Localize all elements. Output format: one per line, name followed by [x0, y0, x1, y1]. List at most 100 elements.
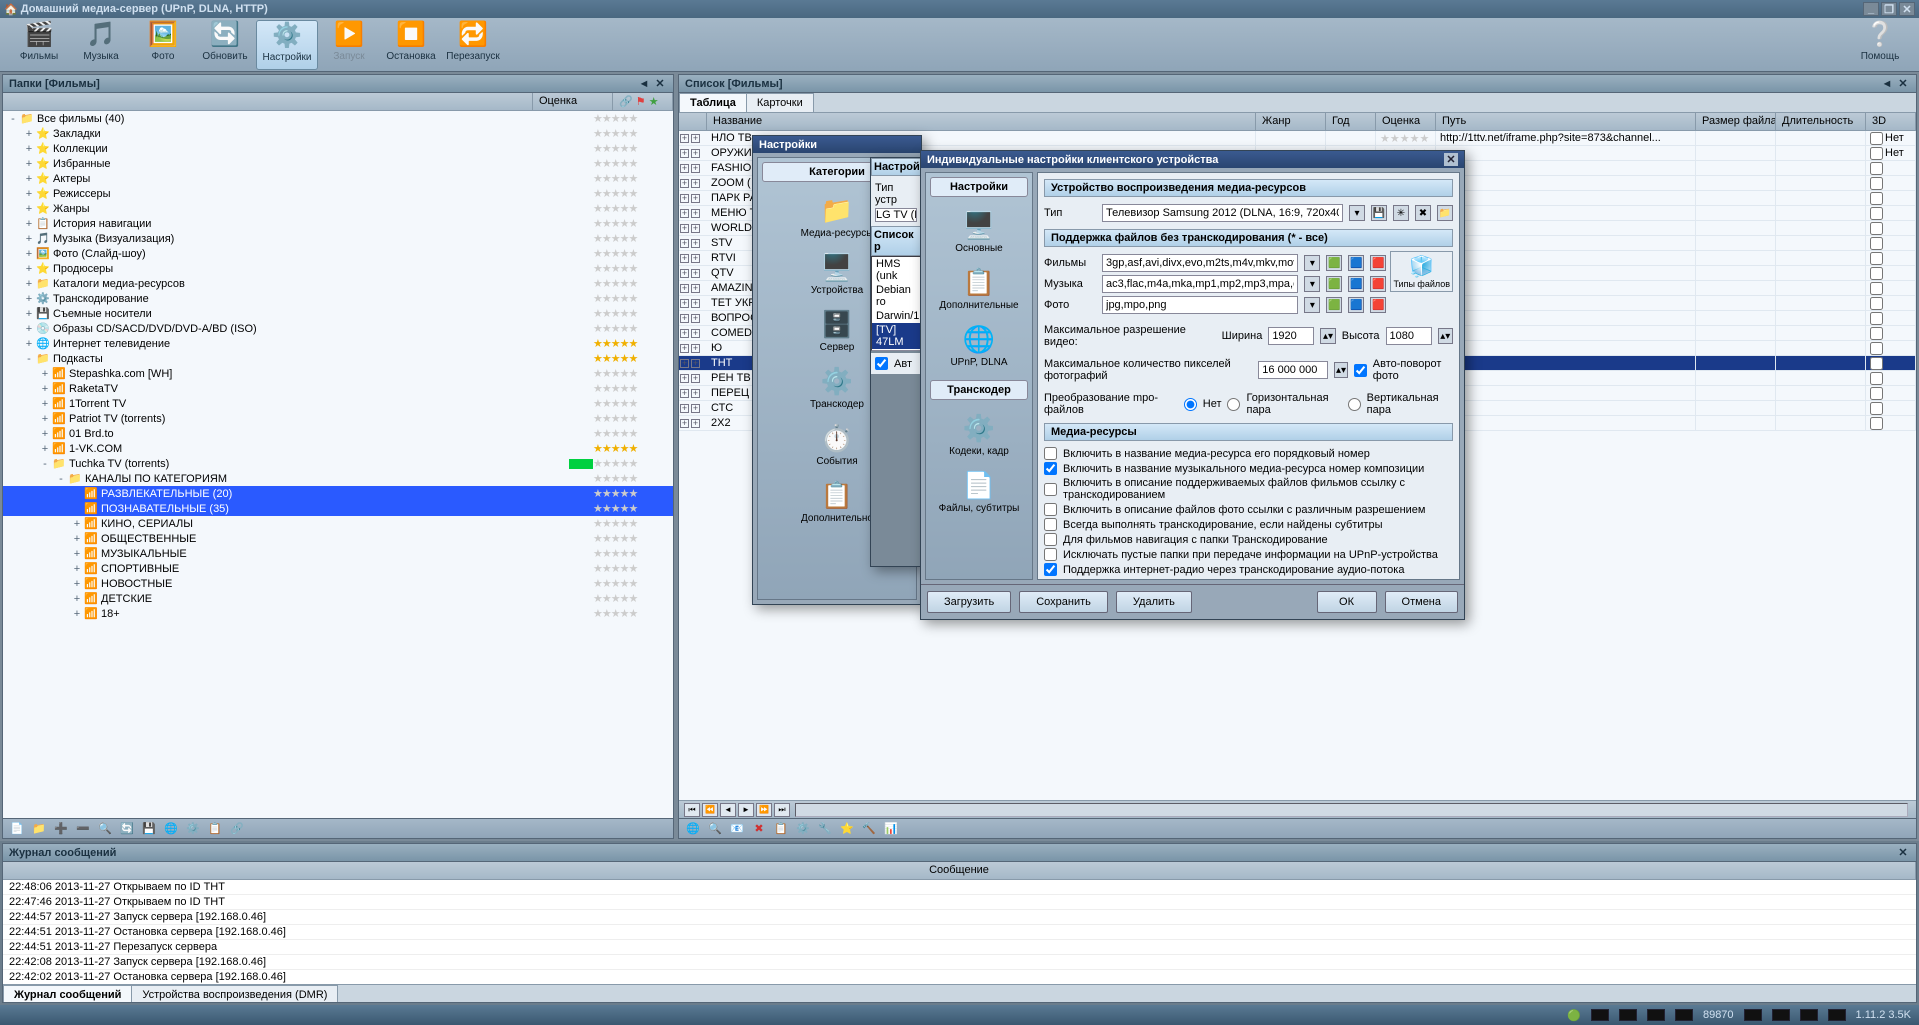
rating-stars[interactable]: ★★★★★ — [593, 472, 673, 485]
tree-row[interactable]: +⭐Коллекции★★★★★ — [3, 141, 673, 156]
device-list[interactable]: HMS (unkDebian roDarwin/1[TV] 47LM"[Mobi… — [871, 256, 921, 351]
dropdown-icon[interactable]: ▾ — [1304, 297, 1320, 313]
list-tool-icon[interactable]: ⭐ — [839, 821, 855, 837]
tree-tool-icon[interactable]: 🔍 — [97, 821, 113, 837]
tree-row[interactable]: +⭐Жанры★★★★★ — [3, 201, 673, 216]
spinner-icon[interactable]: ▴▾ — [1320, 328, 1335, 344]
row-expand[interactable]: ++ — [679, 341, 707, 355]
row-expand[interactable]: ++ — [679, 206, 707, 220]
tree-row[interactable]: +⭐Продюсеры★★★★★ — [3, 261, 673, 276]
device-list-item[interactable]: Darwin/1 — [872, 309, 920, 323]
nav-next[interactable]: ► — [738, 803, 754, 817]
log-row[interactable]: 22:48:06 2013-11-27 Открываем по ID ТНТ — [3, 880, 1916, 895]
auto-checkbox[interactable] — [875, 357, 888, 370]
3d-checkbox[interactable] — [1870, 132, 1883, 145]
3d-checkbox[interactable] — [1870, 162, 1883, 175]
row-expand[interactable]: ++ — [679, 191, 707, 205]
tree-tool-icon[interactable]: 📁 — [31, 821, 47, 837]
tree-row[interactable]: +📁Каталоги медиа-ресурсов★★★★★ — [3, 276, 673, 291]
row-expand[interactable]: ++ — [679, 371, 707, 385]
rating-stars[interactable]: ★★★★★ — [593, 217, 673, 230]
client-cat-item[interactable]: 🌐UPnP, DLNA — [930, 317, 1028, 374]
expand-icon[interactable]: + — [23, 338, 35, 350]
load-button[interactable]: Загрузить — [927, 591, 1011, 613]
rating-stars[interactable]: ★★★★★ — [593, 562, 673, 575]
log-row[interactable]: 22:47:46 2013-11-27 Открываем по ID ТНТ — [3, 895, 1916, 910]
rating-stars[interactable]: ★★★★★ — [593, 352, 673, 365]
list-col-3[interactable]: Оценка — [1376, 113, 1436, 130]
list-tool-icon[interactable]: 🌐 — [685, 821, 701, 837]
action-icon[interactable]: 🟥 — [1370, 255, 1386, 271]
action-icon[interactable]: 🟩 — [1326, 297, 1342, 313]
row-expand[interactable]: ++ — [679, 131, 707, 145]
device-list-item[interactable]: Debian ro — [872, 283, 920, 309]
expand-icon[interactable]: + — [23, 203, 35, 215]
nav-prev[interactable]: ◄ — [720, 803, 736, 817]
tree-row[interactable]: +📶СПОРТИВНЫЕ★★★★★ — [3, 561, 673, 576]
action-icon[interactable]: 🟥 — [1370, 297, 1386, 313]
star-icon[interactable]: ★ — [649, 96, 659, 108]
3d-checkbox[interactable] — [1870, 372, 1883, 385]
expand-icon[interactable]: + — [23, 278, 35, 290]
rating-stars[interactable]: ★★★★★ — [593, 292, 673, 305]
nav-next-page[interactable]: ⏩ — [756, 803, 772, 817]
nav-scrollbar[interactable] — [795, 803, 1908, 817]
tree-tool-icon[interactable]: 🔗 — [229, 821, 245, 837]
client-cat-item[interactable]: 🖥️Основные — [930, 203, 1028, 260]
row-expand[interactable]: ++ — [679, 221, 707, 235]
mpo-radio-vert[interactable] — [1348, 398, 1361, 411]
rating-stars[interactable]: ★★★★★ — [593, 157, 673, 170]
toolbar-restart[interactable]: 🔁Перезапуск — [442, 20, 504, 70]
rating-stars[interactable]: ★★★★★ — [593, 382, 673, 395]
rating-stars[interactable]: ★★★★★ — [593, 187, 673, 200]
tree-tool-icon[interactable]: ⚙️ — [185, 821, 201, 837]
tree-row[interactable]: +📶МУЗЫКАЛЬНЫЕ★★★★★ — [3, 546, 673, 561]
auto-rotate-checkbox[interactable] — [1354, 364, 1367, 377]
save-button[interactable]: Сохранить — [1019, 591, 1108, 613]
log-row[interactable]: 22:44:57 2013-11-27 Запуск сервера [192.… — [3, 910, 1916, 925]
rating-stars[interactable]: ★★★★★ — [593, 607, 673, 620]
rating-stars[interactable]: ★★★★★ — [593, 532, 673, 545]
3d-checkbox[interactable] — [1870, 207, 1883, 220]
media-option-checkbox[interactable] — [1044, 533, 1057, 546]
client-cat-item[interactable]: 📋Дополнительные — [930, 260, 1028, 317]
client-cat-item[interactable]: 📄Файлы, субтитры — [930, 463, 1028, 520]
device-list-item[interactable]: "[Mobile]C — [872, 349, 920, 351]
3d-checkbox[interactable] — [1870, 387, 1883, 400]
3d-checkbox[interactable] — [1870, 357, 1883, 370]
tree-row[interactable]: +💿Образы CD/SACD/DVD/DVD-A/BD (ISO)★★★★★ — [3, 321, 673, 336]
minimize-button[interactable]: _ — [1863, 2, 1879, 16]
log-tab-messages[interactable]: Журнал сообщений — [3, 985, 132, 1002]
list-tool-icon[interactable]: 📊 — [883, 821, 899, 837]
tree-row[interactable]: -📁Tuchka TV (torrents)★★★★★ — [3, 456, 673, 471]
3d-checkbox[interactable] — [1870, 192, 1883, 205]
cancel-button[interactable]: Отмена — [1385, 591, 1458, 613]
log-list[interactable]: 22:48:06 2013-11-27 Открываем по ID ТНТ2… — [3, 880, 1916, 984]
expand-icon[interactable]: + — [23, 158, 35, 170]
toolbar-music[interactable]: 🎵Музыка — [70, 20, 132, 70]
tree-tool-icon[interactable]: 💾 — [141, 821, 157, 837]
toolbar-refresh[interactable]: 🔄Обновить — [194, 20, 256, 70]
action-icon[interactable]: 🟩 — [1326, 276, 1342, 292]
dropdown-icon[interactable]: ▾ — [1304, 276, 1320, 292]
dialog-client-title-bar[interactable]: Индивидуальные настройки клиентского уст… — [921, 151, 1464, 168]
nav-prev-page[interactable]: ⏪ — [702, 803, 718, 817]
dialog-settings-title-bar[interactable]: Настройки — [753, 136, 921, 153]
rating-stars[interactable]: ★★★★★ — [593, 142, 673, 155]
action-icon[interactable]: 🟥 — [1370, 276, 1386, 292]
tree-tool-icon[interactable]: 🌐 — [163, 821, 179, 837]
list-col-1[interactable]: Жанр — [1256, 113, 1326, 130]
list-col-5[interactable]: Размер файла — [1696, 113, 1776, 130]
col-name[interactable] — [3, 93, 533, 110]
tree-row[interactable]: +📶КИНО, СЕРИАЛЫ★★★★★ — [3, 516, 673, 531]
toolbar-settings[interactable]: ⚙️Настройки — [256, 20, 318, 70]
row-expand[interactable]: ++ — [679, 326, 707, 340]
rating-stars[interactable]: ★★★★★ — [593, 487, 673, 500]
3d-checkbox[interactable] — [1870, 282, 1883, 295]
3d-checkbox[interactable] — [1870, 402, 1883, 415]
tree-row[interactable]: -📁Все фильмы (40)★★★★★ — [3, 111, 673, 126]
log-close-icon[interactable]: ✕ — [1896, 846, 1910, 860]
3d-checkbox[interactable] — [1870, 312, 1883, 325]
3d-checkbox[interactable] — [1870, 237, 1883, 250]
rating-stars[interactable]: ★★★★★ — [593, 577, 673, 590]
